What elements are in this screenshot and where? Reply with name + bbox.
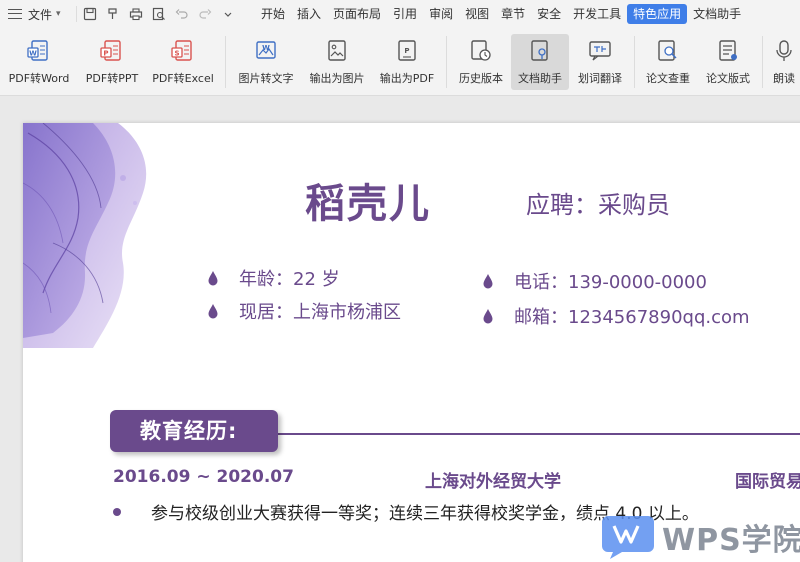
pdf-to-excel-button[interactable]: S PDF转Excel bbox=[148, 34, 218, 90]
wps-writer-window: 文件 ▾ 开始 插入 页面布局 引用 审阅 视图 章节 安全 开发工具 特色应用… bbox=[0, 0, 800, 562]
hamburger-icon bbox=[8, 9, 22, 19]
chevron-down-icon: ▾ bbox=[56, 9, 61, 19]
export-pdf-label: 输出为PDF bbox=[379, 72, 435, 85]
candidate-name: 稻壳儿 bbox=[305, 181, 431, 227]
svg-text:W: W bbox=[29, 50, 37, 58]
ribbon-separator bbox=[634, 36, 635, 88]
info-age: 年龄：22 岁 bbox=[207, 265, 340, 291]
pdf-to-excel-icon: S bbox=[170, 38, 196, 64]
svg-text:P: P bbox=[103, 50, 108, 58]
pdf-to-ppt-button[interactable]: P PDF转PPT bbox=[82, 34, 142, 90]
file-menu-label: 文件 bbox=[28, 7, 53, 22]
paper-format-icon bbox=[715, 38, 741, 64]
document-canvas[interactable]: 稻壳儿 应聘：采购员 年龄：22 岁 现居：上海市杨浦区 电话：139-0000… bbox=[0, 97, 800, 562]
tab-special-apps[interactable]: 特色应用 bbox=[627, 4, 688, 24]
ribbon-separator bbox=[446, 36, 447, 88]
tab-start[interactable]: 开始 bbox=[255, 4, 291, 24]
pdf-to-word-icon: W bbox=[26, 38, 52, 64]
undo-icon[interactable] bbox=[175, 7, 189, 21]
history-label: 历史版本 bbox=[459, 72, 503, 85]
plagiarism-check-button[interactable]: 论文查重 bbox=[640, 34, 696, 90]
education-section-title: 教育经历: bbox=[110, 410, 278, 452]
pdf-to-word-button[interactable]: W PDF转Word bbox=[4, 34, 74, 90]
tab-view[interactable]: 视图 bbox=[459, 4, 495, 24]
paper-format-button[interactable]: 论文版式 bbox=[700, 34, 756, 90]
education-period: 2016.09 ~ 2020.07 bbox=[113, 467, 294, 487]
image-to-text-icon: W bbox=[253, 38, 279, 64]
translate-button[interactable]: 划词翻译 bbox=[572, 34, 628, 90]
tab-doc-assistant[interactable]: 文档助手 bbox=[687, 4, 747, 24]
droplet-icon bbox=[207, 303, 219, 319]
education-major: 国际贸易 bbox=[735, 472, 800, 492]
watercolor-flower-decoration bbox=[23, 123, 147, 348]
droplet-icon bbox=[207, 270, 219, 286]
info-email: 邮箱：1234567890qq.com bbox=[482, 303, 750, 329]
doc-assistant-icon bbox=[527, 38, 553, 64]
phone-text: 电话：139-0000-0000 bbox=[514, 272, 707, 293]
translate-label: 划词翻译 bbox=[578, 72, 622, 85]
history-icon bbox=[468, 38, 494, 64]
save-icon[interactable] bbox=[83, 7, 97, 21]
export-image-icon bbox=[324, 38, 350, 64]
email-text: 邮箱：1234567890qq.com bbox=[514, 307, 750, 328]
pdf-to-ppt-label: PDF转PPT bbox=[85, 72, 139, 85]
image-to-text-label: 图片转文字 bbox=[238, 72, 294, 85]
watermark-text: WPS学院 bbox=[662, 523, 800, 558]
document-page[interactable]: 稻壳儿 应聘：采购员 年龄：22 岁 现居：上海市杨浦区 电话：139-0000… bbox=[23, 123, 800, 562]
ribbon-separator bbox=[762, 36, 763, 88]
print-preview-icon[interactable] bbox=[152, 7, 166, 21]
bullet-icon bbox=[113, 507, 121, 516]
read-aloud-button[interactable]: 朗读 bbox=[768, 34, 800, 90]
export-image-label: 输出为图片 bbox=[309, 72, 365, 85]
svg-text:P: P bbox=[404, 47, 409, 55]
droplet-icon bbox=[482, 308, 494, 324]
age-text: 年龄：22 岁 bbox=[239, 269, 340, 290]
tab-review[interactable]: 审阅 bbox=[423, 4, 459, 24]
svg-text:W: W bbox=[262, 44, 270, 52]
redo-icon[interactable] bbox=[198, 7, 212, 21]
pdf-to-ppt-icon: P bbox=[99, 38, 125, 64]
doc-assistant-button[interactable]: 文档助手 bbox=[511, 34, 569, 90]
history-button[interactable]: 历史版本 bbox=[452, 34, 510, 90]
droplet-icon bbox=[482, 273, 494, 289]
tab-chapter[interactable]: 章节 bbox=[495, 4, 531, 24]
format-painter-icon[interactable] bbox=[106, 7, 120, 21]
paper-format-label: 论文版式 bbox=[706, 72, 750, 85]
ribbon-tabs: 开始 插入 页面布局 引用 审阅 视图 章节 安全 开发工具 特色应用 文档助手 bbox=[255, 4, 747, 24]
file-menu[interactable]: 文件 ▾ bbox=[0, 6, 76, 23]
wps-logo-icon bbox=[600, 514, 656, 560]
customize-dropdown-icon[interactable] bbox=[221, 7, 235, 21]
info-residence: 现居：上海市杨浦区 bbox=[207, 298, 401, 324]
section-divider bbox=[273, 433, 800, 435]
plagiarism-check-label: 论文查重 bbox=[646, 72, 690, 85]
read-aloud-icon bbox=[771, 38, 797, 64]
tab-developer-tools[interactable]: 开发工具 bbox=[567, 4, 627, 24]
doc-assistant-label: 文档助手 bbox=[518, 72, 562, 85]
export-pdf-icon: P bbox=[394, 38, 420, 64]
menu-bar: 文件 ▾ 开始 插入 页面布局 引用 审阅 视图 章节 安全 开发工具 特色应用… bbox=[0, 0, 800, 28]
svg-text:S: S bbox=[174, 50, 179, 58]
tab-insert[interactable]: 插入 bbox=[291, 4, 327, 24]
print-icon[interactable] bbox=[129, 7, 143, 21]
ribbon-separator bbox=[225, 36, 226, 88]
ribbon-toolbar: W PDF转Word P PDF转PPT S PDF转Excel W 图片转文字 bbox=[0, 28, 800, 96]
plagiarism-check-icon bbox=[655, 38, 681, 64]
export-pdf-button[interactable]: P 输出为PDF bbox=[375, 34, 439, 90]
tab-page-layout[interactable]: 页面布局 bbox=[327, 4, 387, 24]
export-image-button[interactable]: 输出为图片 bbox=[304, 34, 370, 90]
wps-academy-watermark: WPS学院 bbox=[600, 514, 800, 560]
pdf-to-excel-label: PDF转Excel bbox=[152, 72, 214, 85]
pdf-to-word-label: PDF转Word bbox=[8, 72, 70, 85]
quick-access-toolbar bbox=[76, 6, 241, 22]
translate-icon bbox=[587, 38, 613, 64]
education-school: 上海对外经贸大学 bbox=[425, 472, 561, 492]
tab-references[interactable]: 引用 bbox=[387, 4, 423, 24]
info-phone: 电话：139-0000-0000 bbox=[482, 268, 707, 294]
residence-text: 现居：上海市杨浦区 bbox=[239, 302, 401, 323]
job-position: 应聘：采购员 bbox=[526, 191, 670, 219]
image-to-text-button[interactable]: W 图片转文字 bbox=[233, 34, 299, 90]
tab-security[interactable]: 安全 bbox=[531, 4, 567, 24]
read-aloud-label: 朗读 bbox=[773, 72, 795, 85]
